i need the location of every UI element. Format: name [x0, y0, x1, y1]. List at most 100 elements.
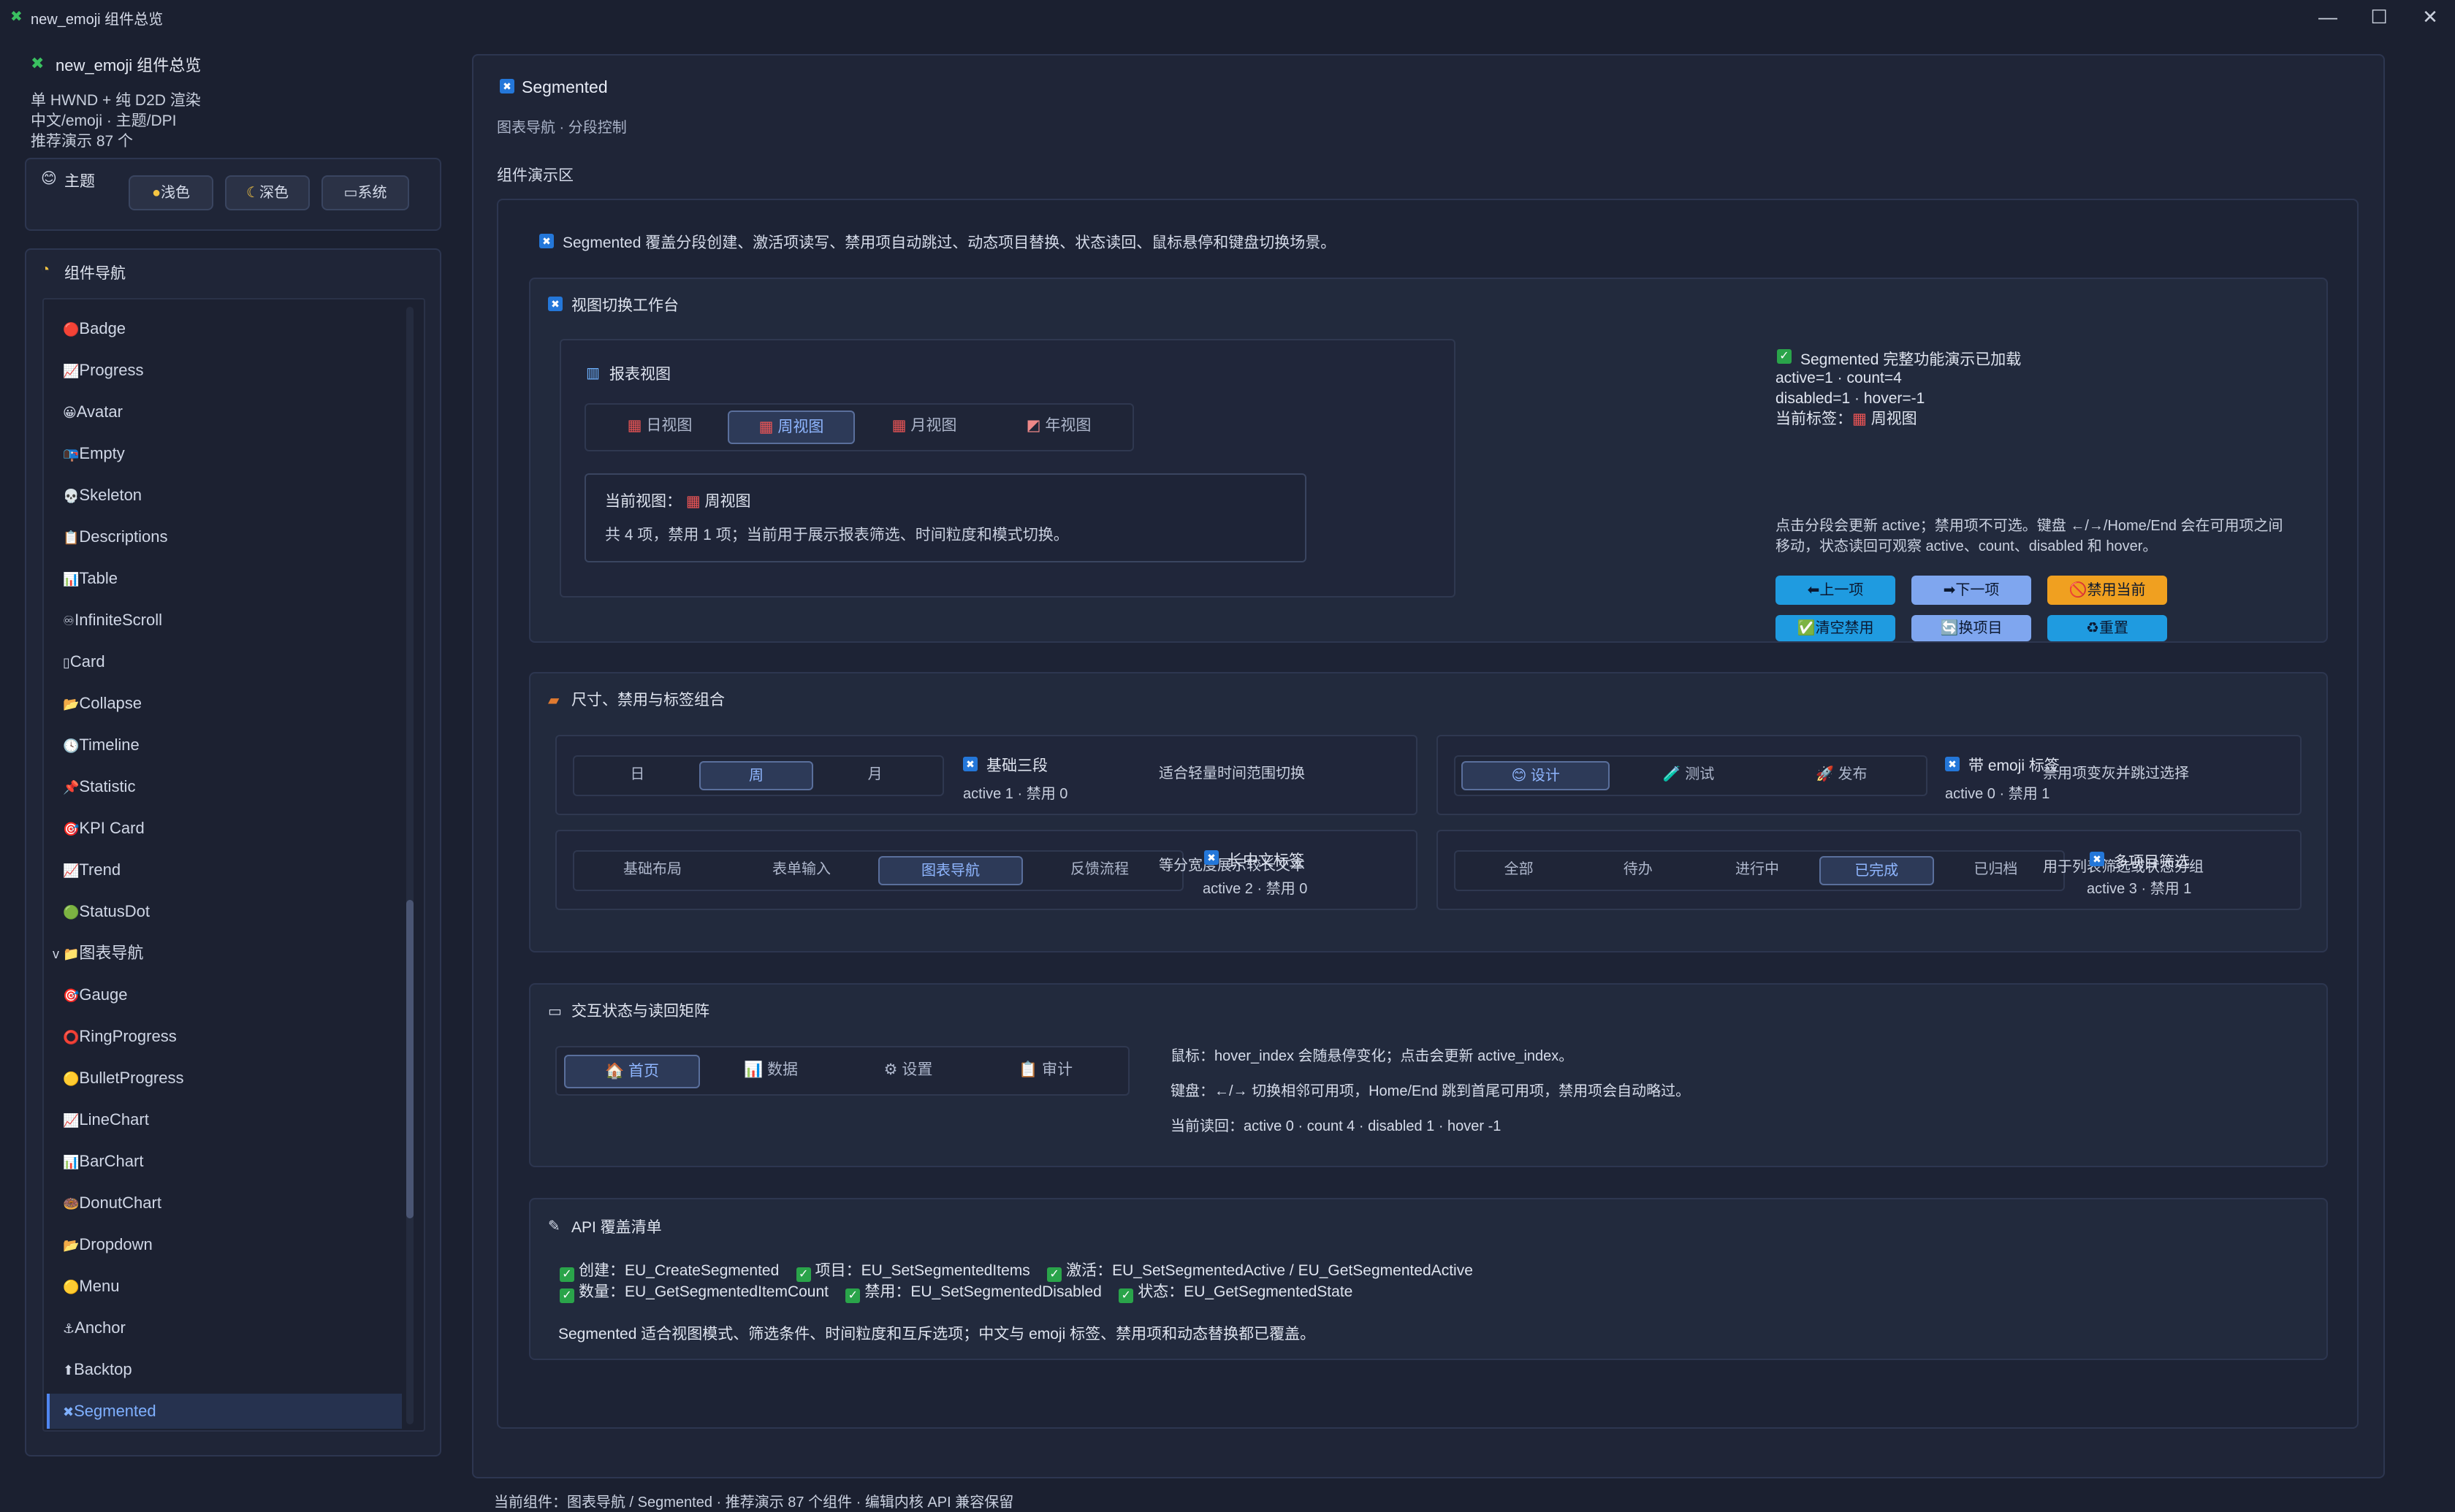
nav-item-label: Anchor: [75, 1318, 126, 1337]
tab-月视图[interactable]: ▦ 月视图: [861, 411, 988, 444]
nav-scrollbar-thumb[interactable]: [406, 900, 414, 1218]
sidebar-item-avatar[interactable]: 😀Avatar: [63, 399, 123, 425]
nav-item-label: Badge: [79, 319, 126, 337]
tab-周视图[interactable]: ▦ 周视图: [728, 411, 855, 444]
status-line: 当前标签：▦ 周视图: [1775, 409, 1925, 429]
nav-item-icon: 🔴: [63, 322, 80, 337]
segment-item[interactable]: 全部: [1461, 856, 1576, 885]
status-label: 当前标签：: [1775, 411, 1852, 427]
maximize-button[interactable]: ☐: [2357, 3, 2401, 31]
segmented-icon: ✖: [1204, 850, 1219, 865]
calendar-icon: ▦: [1852, 411, 1871, 427]
sidebar-item-statistic[interactable]: 📌Statistic: [63, 774, 135, 800]
action-button[interactable]: ♻重置: [2047, 615, 2167, 641]
sidebar-item-card[interactable]: ▯Card: [63, 649, 105, 675]
segment-item[interactable]: 🚀 发布: [1767, 761, 1916, 790]
segment-item[interactable]: 进行中: [1700, 856, 1814, 885]
sidebar-item-linechart[interactable]: 📈LineChart: [63, 1107, 149, 1133]
sidebar-item-skeleton[interactable]: 💀Skeleton: [63, 482, 142, 508]
nav-item-icon: 📈: [63, 863, 80, 878]
theme-emoji-icon: 😊: [41, 170, 57, 187]
segment-item[interactable]: 🧪 测试: [1614, 761, 1762, 790]
sidebar-item-bulletprogress[interactable]: 🟡BulletProgress: [63, 1065, 184, 1091]
report-view-title: 报表视图: [609, 366, 671, 383]
theme-dark-button[interactable]: ☾深色: [225, 175, 310, 210]
pencil-icon: ✎: [548, 1218, 560, 1234]
page-title: Segmented: [522, 77, 608, 96]
sidebar-item-dropdown[interactable]: 📂Dropdown: [63, 1232, 153, 1258]
interaction-line: 键盘：←/→ 切换相邻可用项，Home/End 跳到首尾可用项，禁用项会自动略过…: [1171, 1083, 1691, 1099]
theme-light-button[interactable]: ●浅色: [129, 175, 213, 210]
nav-item-label: Collapse: [79, 694, 142, 712]
interaction-item[interactable]: 🏠 首页: [564, 1055, 700, 1088]
sidebar-item-trend[interactable]: 📈Trend: [63, 857, 121, 883]
sidebar-item-descriptions[interactable]: 📋Descriptions: [63, 524, 167, 550]
minimize-button[interactable]: —: [2306, 3, 2350, 31]
nav-item-label: Empty: [79, 444, 125, 462]
nav-item-label: KPI Card: [79, 819, 145, 837]
segment-item[interactable]: 反馈流程: [1027, 856, 1172, 885]
sidebar-item-progress[interactable]: 📈Progress: [63, 357, 143, 383]
action-button[interactable]: 🔄换项目: [1911, 615, 2031, 641]
action-button[interactable]: ⬅上一项: [1775, 576, 1895, 605]
interaction-line: 鼠标：hover_index 会随悬停变化；点击会更新 active_index…: [1171, 1048, 1574, 1064]
interaction-item[interactable]: 📊 数据: [703, 1055, 839, 1088]
app-logo-icon: ✖: [31, 54, 45, 72]
sidebar-item-backtop[interactable]: ⬆Backtop: [63, 1356, 132, 1383]
check-icon: ✓: [1047, 1267, 1062, 1282]
segment-item[interactable]: 图表导航: [878, 856, 1023, 885]
segment-item[interactable]: 已完成: [1819, 856, 1934, 885]
app-logo-icon: ✖: [10, 9, 23, 25]
nav-scrollbar-track[interactable]: [406, 307, 414, 1424]
nav-item-icon: ⬆: [63, 1363, 75, 1378]
sidebar-item-kpi-card[interactable]: 🎯KPI Card: [63, 815, 145, 841]
card-note: 禁用项变灰并跳过选择: [2043, 765, 2189, 782]
segment-item[interactable]: 日: [580, 761, 695, 790]
tab-日视图[interactable]: ▦ 日视图: [596, 411, 723, 444]
sidebar-item-infinitescroll[interactable]: ♾InfiniteScroll: [63, 607, 162, 633]
sidebar-item-menu[interactable]: 🟡Menu: [63, 1273, 119, 1299]
segment-item[interactable]: 周: [699, 761, 814, 790]
sidebar-item-collapse[interactable]: 📂Collapse: [63, 690, 142, 717]
nav-item-icon: 📌: [63, 780, 80, 795]
segment-item[interactable]: 基础布局: [580, 856, 725, 885]
sidebar-item-ringprogress[interactable]: ⭕RingProgress: [63, 1023, 177, 1050]
api-item: 激活：EU_SetSegmentedActive / EU_GetSegment…: [1066, 1262, 1473, 1279]
sidebar-item-badge[interactable]: 🔴Badge: [63, 316, 126, 342]
nav-item-icon: 📋: [63, 530, 80, 545]
sidebar-item-timeline[interactable]: 🕓Timeline: [63, 732, 140, 758]
card-state: active 3 · 禁用 1: [2087, 881, 2192, 897]
sidebar-item-empty[interactable]: 📭Empty: [63, 440, 125, 467]
close-button[interactable]: ✕: [2408, 3, 2452, 31]
sidebar-item-barchart[interactable]: 📊BarChart: [63, 1148, 143, 1175]
sidebar-item-table[interactable]: 📊Table: [63, 565, 118, 592]
theme-system-button[interactable]: ▭系统: [321, 175, 409, 210]
sidebar-item-gauge[interactable]: 🎯Gauge: [63, 982, 127, 1008]
card-state: active 1 · 禁用 0: [963, 786, 1068, 802]
action-button[interactable]: ➡下一项: [1911, 576, 2031, 605]
computer-icon: ▭: [343, 185, 358, 201]
nav-item-icon: 😀: [63, 405, 77, 420]
api-item: 禁用：EU_SetSegmentedDisabled: [864, 1283, 1102, 1300]
nav-item-icon: 📈: [63, 364, 80, 378]
segment-item[interactable]: 表单输入: [729, 856, 874, 885]
tab-年视图[interactable]: ◩ 年视图: [995, 411, 1122, 444]
segment-item[interactable]: 已归档: [1938, 856, 2053, 885]
segment-item[interactable]: 😊 设计: [1461, 761, 1610, 790]
nav-item-icon: 📊: [63, 572, 80, 587]
action-button[interactable]: 🚫禁用当前: [2047, 576, 2167, 605]
sidebar-item-statusdot[interactable]: 🟢StatusDot: [63, 898, 150, 925]
check-icon: ✓: [845, 1288, 861, 1303]
nav-item-icon: 🎯: [63, 988, 80, 1003]
action-button[interactable]: ✅清空禁用: [1775, 615, 1895, 641]
calendar-icon: ▦: [758, 419, 778, 435]
interaction-item[interactable]: 📋 审计: [978, 1055, 1114, 1088]
check-icon: ✓: [1777, 349, 1792, 364]
segment-item[interactable]: 待办: [1580, 856, 1695, 885]
interaction-item[interactable]: ⚙ 设置: [840, 1055, 976, 1088]
sidebar-item-图表导航[interactable]: v 📁图表导航: [53, 940, 143, 966]
sidebar-item-anchor[interactable]: ⚓Anchor: [63, 1315, 126, 1341]
sidebar-item-segmented[interactable]: ✖Segmented: [63, 1398, 156, 1424]
segment-item[interactable]: 月: [818, 761, 932, 790]
sidebar-item-donutchart[interactable]: 🍩DonutChart: [63, 1190, 161, 1216]
